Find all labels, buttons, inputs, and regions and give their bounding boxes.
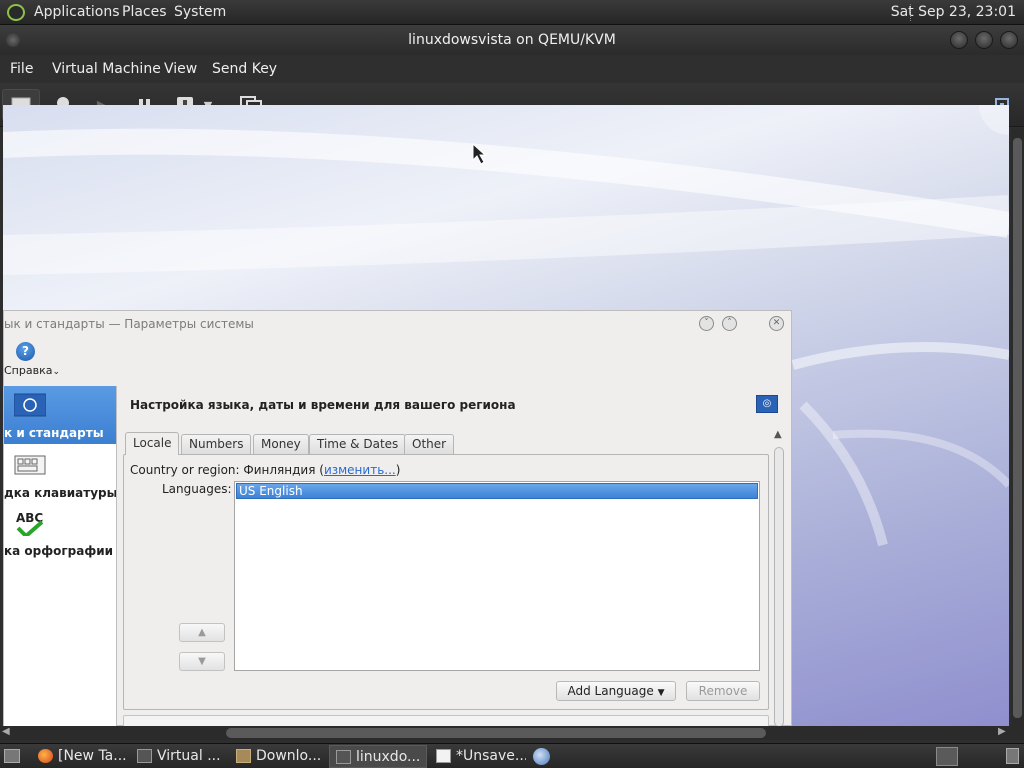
horizontal-scrollbar[interactable]: ◀ ▶ [0, 726, 1024, 740]
scroll-right-icon[interactable]: ▶ [998, 726, 1006, 737]
tab-numbers[interactable]: Numbers [181, 434, 252, 455]
scroll-thumb[interactable] [226, 728, 766, 738]
window-titlebar[interactable]: linuxdowsvista on QEMU/KVM [0, 25, 1024, 55]
folder-icon [236, 749, 251, 763]
languages-label: Languages: [162, 482, 232, 496]
tab-money[interactable]: Money [253, 434, 309, 455]
page-title: Настройка языка, даты и времени для ваше… [130, 398, 516, 412]
keyboard-icon [14, 455, 46, 475]
sidebar-item-label: к и стандарты [4, 426, 104, 440]
text-editor-icon [436, 749, 451, 763]
help-label: Справка [4, 364, 53, 377]
top-panel: Applications Places System Sat Sep 23, 2… [0, 0, 1024, 25]
lower-pane [123, 715, 769, 726]
guest-display[interactable]: ык и стандарты — Параметры системы ˅ ˄ ✕… [3, 105, 1009, 726]
help-button[interactable]: ? Справка⌄ [4, 339, 64, 381]
tab-other[interactable]: Other [404, 434, 455, 455]
remove-button[interactable]: Remove [686, 681, 760, 701]
globe-icon[interactable] [533, 748, 550, 765]
gnome-foot-icon[interactable] [7, 4, 25, 21]
taskbar-item-text-editor[interactable]: *Unsave... [430, 745, 526, 768]
minimize-icon[interactable]: ˅ [699, 316, 714, 331]
minimize-button[interactable] [950, 31, 968, 49]
spellcheck-icon: ABC [16, 511, 43, 536]
workspace-switcher[interactable] [936, 747, 958, 766]
system-menu[interactable]: System [174, 4, 226, 20]
move-down-button[interactable]: ▼ [179, 652, 225, 671]
window-menu-icon[interactable] [6, 33, 20, 47]
vertical-scrollbar[interactable] [1011, 128, 1024, 726]
scroll-up-icon[interactable]: ▲ [774, 429, 782, 440]
menu-send-key[interactable]: Send Key [212, 61, 277, 77]
clock[interactable]: Sat Sep 23, 23:01 [891, 4, 1016, 20]
taskbar-item-label: [New Ta... [58, 748, 127, 764]
taskbar-item-downloads[interactable]: Downlo... [230, 745, 326, 768]
virt-manager-icon [137, 749, 152, 763]
add-language-button[interactable]: Add Language ▼ [556, 681, 676, 701]
help-icon: ? [16, 342, 35, 361]
sidebar-item-keyboard[interactable]: дка клавиатуры [4, 446, 116, 504]
list-item[interactable]: US English [236, 483, 758, 499]
add-language-label: Add Language [567, 684, 654, 698]
kde-titlebar[interactable]: ык и стандарты — Параметры системы ˅ ˄ ✕ [4, 311, 791, 337]
firefox-icon [38, 749, 53, 763]
taskbar-item-firefox[interactable]: [New Ta... [32, 745, 128, 768]
tab-time-dates[interactable]: Time & Dates [309, 434, 407, 455]
flag-icon [14, 393, 46, 417]
taskbar-item-vm-console[interactable]: linuxdo... [329, 745, 427, 768]
taskbar-item-label: Virtual ... [157, 748, 221, 764]
country-row: Country or region: Финляндия (изменить..… [130, 463, 401, 477]
sidebar-item-label: дка клавиатуры [4, 486, 116, 500]
mouse-cursor-icon [472, 143, 486, 165]
menu-view[interactable]: View [164, 61, 197, 77]
languages-list[interactable]: US English [234, 481, 760, 671]
close-button[interactable] [1000, 31, 1018, 49]
scroll-thumb[interactable] [774, 447, 784, 726]
scroll-thumb[interactable] [1013, 138, 1022, 718]
applications-menu[interactable]: Applications [34, 4, 120, 20]
places-menu[interactable]: Places [122, 4, 167, 20]
menu-file[interactable]: File [10, 61, 33, 77]
maximize-button[interactable] [975, 31, 993, 49]
tab-locale[interactable]: Locale [125, 432, 180, 455]
country-label: Country or region: [130, 463, 240, 477]
taskbar-item-virt-manager[interactable]: Virtual ... [131, 745, 227, 768]
country-value: Финляндия [243, 463, 316, 477]
menu-virtual-machine[interactable]: Virtual Machine [52, 61, 161, 77]
taskbar-item-label: *Unsave... [456, 748, 526, 764]
flag-icon: ◎ [756, 395, 778, 413]
scroll-left-icon[interactable]: ◀ [2, 726, 10, 737]
taskbar: [New Ta... Virtual ... Downlo... linuxdo… [0, 743, 1024, 768]
chevron-down-icon: ▼ [657, 688, 665, 698]
change-country-link[interactable]: изменить... [324, 463, 396, 477]
sidebar-item-label: ка орфографии [4, 544, 114, 558]
taskbar-item-label: Downlo... [256, 748, 322, 764]
show-desktop-icon[interactable] [4, 749, 20, 763]
kde-scrollbar[interactable]: ▲ [772, 429, 786, 726]
trash-icon[interactable] [1006, 748, 1019, 764]
settings-sidebar: к и стандарты дка клавиатуры ABC ка орфо… [4, 386, 117, 726]
menu-bar: File Virtual Machine View Send Key [0, 55, 1024, 83]
vm-console-icon [336, 750, 351, 764]
sidebar-item-spellcheck[interactable]: ABC ка орфографии [4, 504, 116, 562]
close-icon[interactable]: ✕ [769, 316, 784, 331]
sidebar-item-language[interactable]: к и стандарты [4, 386, 116, 444]
window-title: linuxdowsvista on QEMU/KVM [408, 32, 616, 48]
kde-window-title: ык и стандарты — Параметры системы [4, 317, 254, 331]
chevron-down-icon: ⌄ [52, 367, 61, 377]
move-up-button[interactable]: ▲ [179, 623, 225, 642]
kde-system-settings-window: ык и стандарты — Параметры системы ˅ ˄ ✕… [3, 310, 792, 726]
taskbar-item-label: linuxdo... [356, 749, 421, 765]
maximize-icon[interactable]: ˄ [722, 316, 737, 331]
